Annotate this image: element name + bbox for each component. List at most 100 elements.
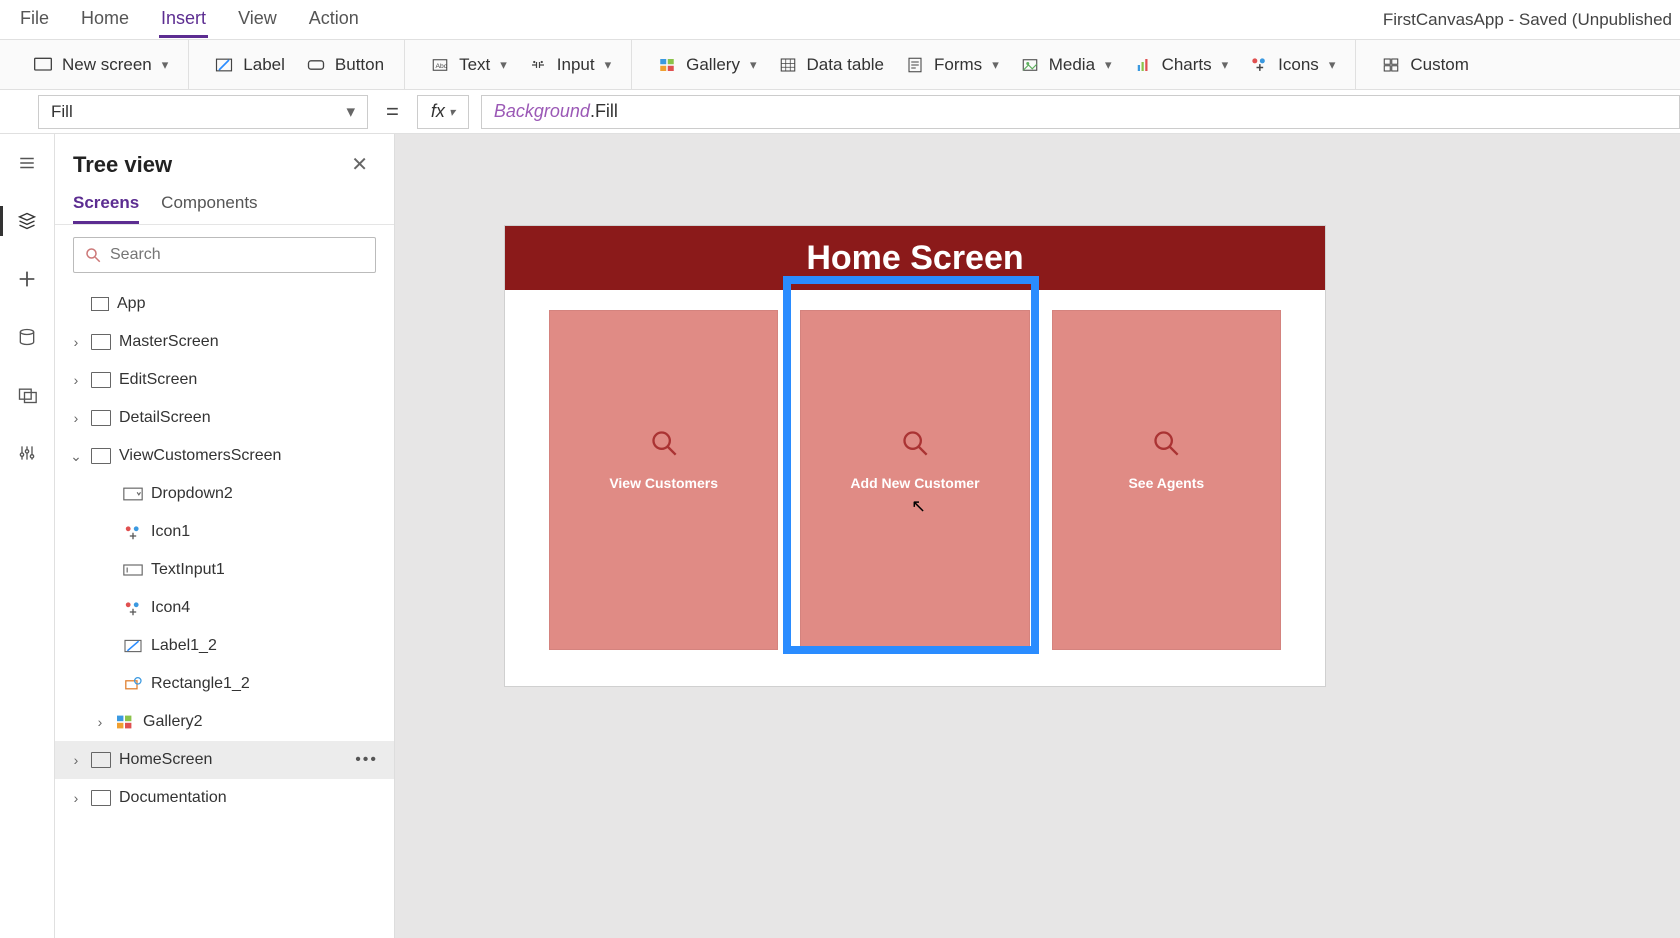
forms-dropdown[interactable]: Forms ▾ — [896, 48, 1007, 82]
fx-button[interactable]: fx ▾ — [417, 95, 469, 129]
custom-dropdown[interactable]: Custom — [1372, 48, 1477, 82]
cursor-icon: ↖ — [911, 496, 926, 517]
property-selector[interactable]: Fill ▾ — [38, 95, 368, 129]
button-icon — [305, 54, 327, 76]
tree-label: TextInput1 — [151, 561, 225, 579]
tree-node-textinput1[interactable]: TextInput1 — [55, 551, 394, 589]
chevron-down-icon: ▾ — [500, 57, 507, 73]
new-screen-button[interactable]: New screen ▾ — [24, 48, 176, 82]
tree-node-label1-2[interactable]: Label1_2 — [55, 627, 394, 665]
screen-icon — [32, 54, 54, 76]
tree-node-app[interactable]: App — [55, 285, 394, 323]
media-label: Media — [1049, 55, 1095, 75]
tree-label: App — [117, 295, 145, 313]
chevron-right-icon: › — [69, 410, 83, 426]
tools-rail-button[interactable] — [8, 434, 46, 472]
label-button[interactable]: Label — [205, 48, 293, 82]
tree-node-gallery2[interactable]: › Gallery2 — [55, 703, 394, 741]
icons-dropdown[interactable]: Icons ▾ — [1240, 48, 1343, 82]
media-rail-button[interactable] — [8, 376, 46, 414]
app-icon — [91, 297, 109, 311]
canvas-header[interactable]: Home Screen — [505, 226, 1325, 290]
canvas-cards-row: View Customers Add New Customer ↖ See Ag… — [505, 290, 1325, 686]
tab-screens[interactable]: Screens — [73, 193, 139, 224]
data-table-button[interactable]: Data table — [769, 48, 893, 82]
input-label: Input — [557, 55, 595, 75]
new-screen-label: New screen — [62, 55, 152, 75]
main-area: Tree view ✕ Screens Components App › Mas… — [0, 134, 1680, 938]
tree-node-masterscreen[interactable]: › MasterScreen — [55, 323, 394, 361]
tree-view-rail-button[interactable] — [8, 202, 46, 240]
screen-icon — [91, 334, 111, 350]
tree-node-rectangle1-2[interactable]: Rectangle1_2 — [55, 665, 394, 703]
menu-file[interactable]: File — [18, 2, 51, 38]
canvas-area[interactable]: Home Screen View Customers Add New Custo… — [395, 134, 1680, 938]
charts-icon — [1132, 54, 1154, 76]
textinput-icon — [123, 562, 143, 578]
tree-label: ViewCustomersScreen — [119, 447, 281, 465]
chevron-down-icon: ⌄ — [69, 448, 83, 465]
tree-view-panel: Tree view ✕ Screens Components App › Mas… — [55, 134, 395, 938]
button-label: Button — [335, 55, 384, 75]
menu-insert[interactable]: Insert — [159, 2, 208, 38]
data-rail-button[interactable] — [8, 318, 46, 356]
tree-label: MasterScreen — [119, 333, 219, 351]
button-button[interactable]: Button — [297, 48, 392, 82]
tree-label: Rectangle1_2 — [151, 675, 250, 693]
card-view-customers[interactable]: View Customers — [549, 310, 778, 650]
tab-components[interactable]: Components — [161, 193, 257, 224]
search-icon — [1152, 429, 1180, 457]
more-icon[interactable]: ••• — [355, 751, 378, 769]
add-rail-button[interactable] — [8, 260, 46, 298]
close-icon[interactable]: ✕ — [343, 148, 376, 181]
tree-node-dropdown2[interactable]: Dropdown2 — [55, 475, 394, 513]
card-label: View Customers — [609, 475, 718, 491]
tree-label: Icon1 — [151, 523, 190, 541]
input-dropdown[interactable]: Input ▾ — [519, 48, 619, 82]
search-icon — [650, 429, 678, 457]
input-icon — [527, 54, 549, 76]
property-name: Fill — [51, 102, 73, 122]
gallery-label: Gallery — [686, 55, 740, 75]
menu-view[interactable]: View — [236, 2, 279, 38]
tree-node-icon1[interactable]: Icon1 — [55, 513, 394, 551]
hamburger-icon[interactable] — [8, 144, 46, 182]
chevron-right-icon: › — [69, 752, 83, 768]
formula-input[interactable]: Background.Fill — [481, 95, 1680, 129]
tree-node-editscreen[interactable]: › EditScreen — [55, 361, 394, 399]
left-rail — [0, 134, 55, 938]
icons-label: Icons — [1278, 55, 1319, 75]
chevron-down-icon: ▾ — [346, 102, 355, 122]
label-label: Label — [243, 55, 285, 75]
chevron-down-icon: ▾ — [605, 57, 612, 73]
gallery-dropdown[interactable]: Gallery ▾ — [648, 48, 764, 82]
tree-node-documentation[interactable]: › Documentation — [55, 779, 394, 817]
forms-icon — [904, 54, 926, 76]
tree-node-homescreen[interactable]: › HomeScreen ••• — [55, 741, 394, 779]
card-see-agents[interactable]: See Agents — [1052, 310, 1281, 650]
tree-label: EditScreen — [119, 371, 197, 389]
tree-node-icon4[interactable]: Icon4 — [55, 589, 394, 627]
text-dropdown[interactable]: Abc Text ▾ — [421, 48, 515, 82]
tree-label: DetailScreen — [119, 409, 211, 427]
charts-dropdown[interactable]: Charts ▾ — [1124, 48, 1237, 82]
search-box[interactable] — [73, 237, 376, 273]
custom-icon — [1380, 54, 1402, 76]
media-dropdown[interactable]: Media ▾ — [1011, 48, 1120, 82]
card-label: Add New Customer — [850, 475, 979, 491]
menu-action[interactable]: Action — [307, 2, 361, 38]
data-table-icon — [777, 54, 799, 76]
search-input[interactable] — [110, 246, 365, 264]
menu-home[interactable]: Home — [79, 2, 131, 38]
tree-node-viewcustomersscreen[interactable]: ⌄ ViewCustomersScreen — [55, 437, 394, 475]
chevron-right-icon: › — [69, 372, 83, 388]
formula-token-object: Background — [494, 101, 590, 122]
app-canvas[interactable]: Home Screen View Customers Add New Custo… — [505, 226, 1325, 686]
tree-node-detailscreen[interactable]: › DetailScreen — [55, 399, 394, 437]
data-table-label: Data table — [807, 55, 885, 75]
fx-label: fx — [431, 101, 445, 122]
screen-icon — [91, 372, 111, 388]
card-add-new-customer[interactable]: Add New Customer ↖ — [800, 310, 1029, 650]
top-menu-bar: File Home Insert View Action FirstCanvas… — [0, 0, 1680, 40]
screen-icon — [91, 410, 111, 426]
